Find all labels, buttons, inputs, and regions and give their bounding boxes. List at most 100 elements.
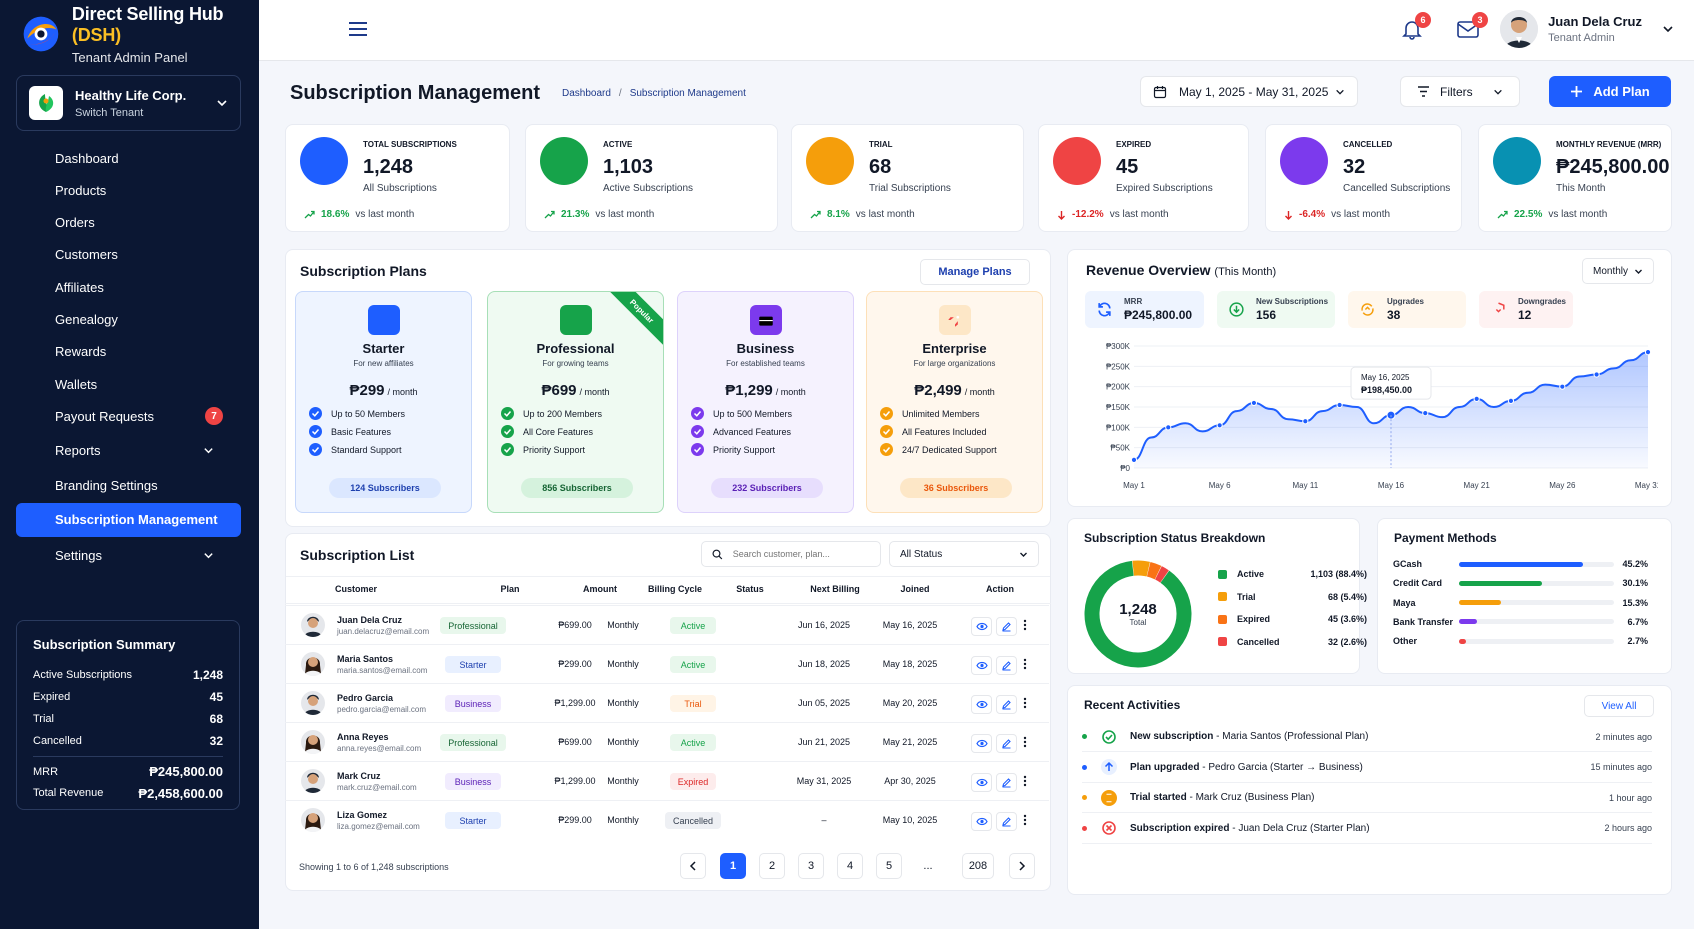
plan-card-enterprise[interactable]: Enterprise For large organizations ₱2,499/…: [866, 291, 1043, 513]
edit-button[interactable]: [996, 812, 1017, 831]
more-options-icon[interactable]: [1023, 697, 1029, 711]
more-options-icon[interactable]: [1023, 736, 1029, 750]
sidebar-item-genealogy[interactable]: Genealogy: [16, 303, 241, 337]
kpi-card[interactable]: TOTAL SUBSCRIPTIONS 1,248 All Subscription…: [285, 124, 510, 232]
kpi-card[interactable]: EXPIRED 45 Expired Subscriptions -12.2% vs l…: [1038, 124, 1249, 232]
brand[interactable]: Direct Selling Hub (DSH) Tenant Admin Pa…: [0, 0, 259, 65]
plan-card-professional[interactable]: Popular Professional For growing teams ₱699…: [487, 291, 664, 513]
donut-segment-cancelled[interactable]: [1154, 566, 1169, 583]
plan-card-starter[interactable]: Starter For new affiliates ₱299/ month Up t…: [295, 291, 472, 513]
sidebar-item-subscription-management[interactable]: Subscription Management: [16, 502, 241, 537]
page-button[interactable]: 3: [798, 853, 824, 879]
view-button[interactable]: [971, 734, 992, 753]
menu-icon[interactable]: [347, 20, 369, 38]
customer-name[interactable]: Pedro Garcia: [337, 693, 393, 703]
page-button[interactable]: 208: [962, 853, 994, 879]
view-button[interactable]: [971, 695, 992, 714]
table-row[interactable]: Juan Dela Cruz juan.delacruz@email.com Pro…: [285, 605, 1049, 644]
data-point[interactable]: [1216, 422, 1223, 429]
revenue-tab-mrr[interactable]: MRR ₱245,800.00: [1085, 291, 1204, 328]
table-row[interactable]: Mark Cruz mark.cruz@email.com Business ₱1,2…: [285, 761, 1049, 800]
sidebar-item-wallets[interactable]: Wallets: [16, 367, 241, 401]
view-button[interactable]: [971, 773, 992, 792]
data-point[interactable]: [1559, 383, 1566, 390]
sidebar-item-rewards[interactable]: Rewards: [16, 335, 241, 369]
search-box[interactable]: [701, 541, 881, 567]
revenue-tab-new-subscriptions[interactable]: New Subscriptions 156: [1217, 291, 1335, 328]
date-range-picker[interactable]: May 1, 2025 - May 31, 2025: [1140, 76, 1358, 107]
next-page-button[interactable]: [1009, 853, 1035, 879]
sidebar-item-payout-requests[interactable]: Payout Requests 7: [16, 399, 241, 433]
user-menu[interactable]: Juan Dela Cruz Tenant Admin: [1500, 10, 1674, 48]
activity-item[interactable]: Subscription expired - Juan Dela Cruz (S…: [1082, 814, 1652, 844]
messages-button[interactable]: 3: [1456, 12, 1488, 40]
table-row[interactable]: Maria Santos maria.santos@email.com Starte…: [285, 644, 1049, 683]
kpi-card[interactable]: ACTIVE 1,103 Active Subscriptions 21.3% vs l…: [525, 124, 778, 232]
sidebar-item-customers[interactable]: Customers: [16, 238, 241, 272]
customer-name[interactable]: Maria Santos: [337, 654, 393, 664]
activity-item[interactable]: Plan upgraded - Pedro Garcia (Starter → …: [1082, 753, 1652, 783]
edit-button[interactable]: [996, 773, 1017, 792]
customer-name[interactable]: Liza Gomez: [337, 810, 387, 820]
activity-item[interactable]: New subscription - Maria Santos (Profess…: [1082, 722, 1652, 752]
data-point[interactable]: [1422, 410, 1429, 417]
prev-page-button[interactable]: [680, 853, 706, 879]
add-plan-button[interactable]: Add Plan: [1549, 76, 1671, 107]
view-all-button[interactable]: View All: [1584, 695, 1654, 717]
edit-button[interactable]: [996, 695, 1017, 714]
table-row[interactable]: Pedro Garcia pedro.garcia@email.com Busine…: [285, 683, 1049, 722]
sidebar-item-settings[interactable]: Settings: [16, 538, 241, 572]
more-options-icon[interactable]: [1023, 775, 1029, 789]
sidebar-item-orders[interactable]: Orders: [16, 206, 241, 240]
data-point[interactable]: [1644, 349, 1652, 356]
customer-name[interactable]: Juan Dela Cruz: [337, 615, 402, 625]
table-row[interactable]: Anna Reyes anna.reyes@email.com Profession…: [285, 722, 1049, 761]
page-button[interactable]: 2: [759, 853, 785, 879]
sidebar-item-dashboard[interactable]: Dashboard: [16, 141, 241, 175]
data-point[interactable]: [1250, 399, 1258, 407]
plan-card-business[interactable]: Business For established teams ₱1,299/ mon…: [677, 291, 854, 513]
status-filter[interactable]: All Status: [889, 541, 1039, 567]
sidebar-item-affiliates[interactable]: Affiliates: [16, 270, 241, 304]
manage-plans-button[interactable]: Manage Plans: [920, 259, 1030, 285]
more-options-icon[interactable]: [1023, 658, 1029, 672]
customer-name[interactable]: Mark Cruz: [337, 771, 381, 781]
view-button[interactable]: [971, 656, 992, 675]
donut-segment-expired[interactable]: [1146, 561, 1162, 580]
revenue-tab-upgrades[interactable]: Upgrades 38: [1348, 291, 1466, 328]
sidebar-item-reports[interactable]: Reports: [16, 433, 241, 467]
page-button[interactable]: 1: [720, 853, 746, 879]
data-point[interactable]: [1336, 401, 1343, 409]
breadcrumb-dashboard[interactable]: Dashboard: [562, 88, 611, 99]
data-point[interactable]: [1302, 418, 1309, 425]
notifications-button[interactable]: 6: [1401, 12, 1431, 40]
data-point[interactable]: [1165, 424, 1172, 431]
more-options-icon[interactable]: [1023, 814, 1029, 828]
revenue-tab-downgrades[interactable]: Downgrades 12: [1479, 291, 1573, 328]
period-select[interactable]: Monthly: [1582, 258, 1654, 284]
page-button[interactable]: 4: [837, 853, 863, 879]
data-point[interactable]: [1507, 397, 1515, 405]
donut-segment-trial[interactable]: [1132, 560, 1150, 577]
data-point[interactable]: [1473, 395, 1480, 402]
filters-button[interactable]: Filters: [1400, 76, 1520, 107]
tenant-switcher[interactable]: Healthy Life Corp. Switch Tenant: [16, 75, 241, 131]
sidebar-item-branding-settings[interactable]: Branding Settings: [16, 469, 241, 503]
edit-button[interactable]: [996, 617, 1017, 636]
kpi-card[interactable]: TRIAL 68 Trial Subscriptions 8.1% vs last mo…: [791, 124, 1024, 232]
more-options-icon[interactable]: [1023, 619, 1029, 633]
customer-name[interactable]: Anna Reyes: [337, 732, 389, 742]
view-button[interactable]: [971, 617, 992, 636]
kpi-card[interactable]: CANCELLED 32 Cancelled Subscriptions -6.4% v…: [1265, 124, 1462, 232]
activity-item[interactable]: Trial started - Mark Cruz (Business Plan…: [1082, 783, 1652, 813]
view-button[interactable]: [971, 812, 992, 831]
edit-button[interactable]: [996, 734, 1017, 753]
table-row[interactable]: Liza Gomez liza.gomez@email.com Starter ₱29…: [285, 800, 1049, 839]
data-point[interactable]: [1130, 456, 1138, 463]
search-input[interactable]: [732, 549, 870, 559]
data-point[interactable]: [1593, 371, 1600, 378]
kpi-card[interactable]: MONTHLY REVENUE (MRR) ₱245,800.00 This Mon…: [1478, 124, 1672, 232]
page-button[interactable]: 5: [876, 853, 902, 879]
sidebar-item-products[interactable]: Products: [16, 173, 241, 207]
edit-button[interactable]: [996, 656, 1017, 675]
